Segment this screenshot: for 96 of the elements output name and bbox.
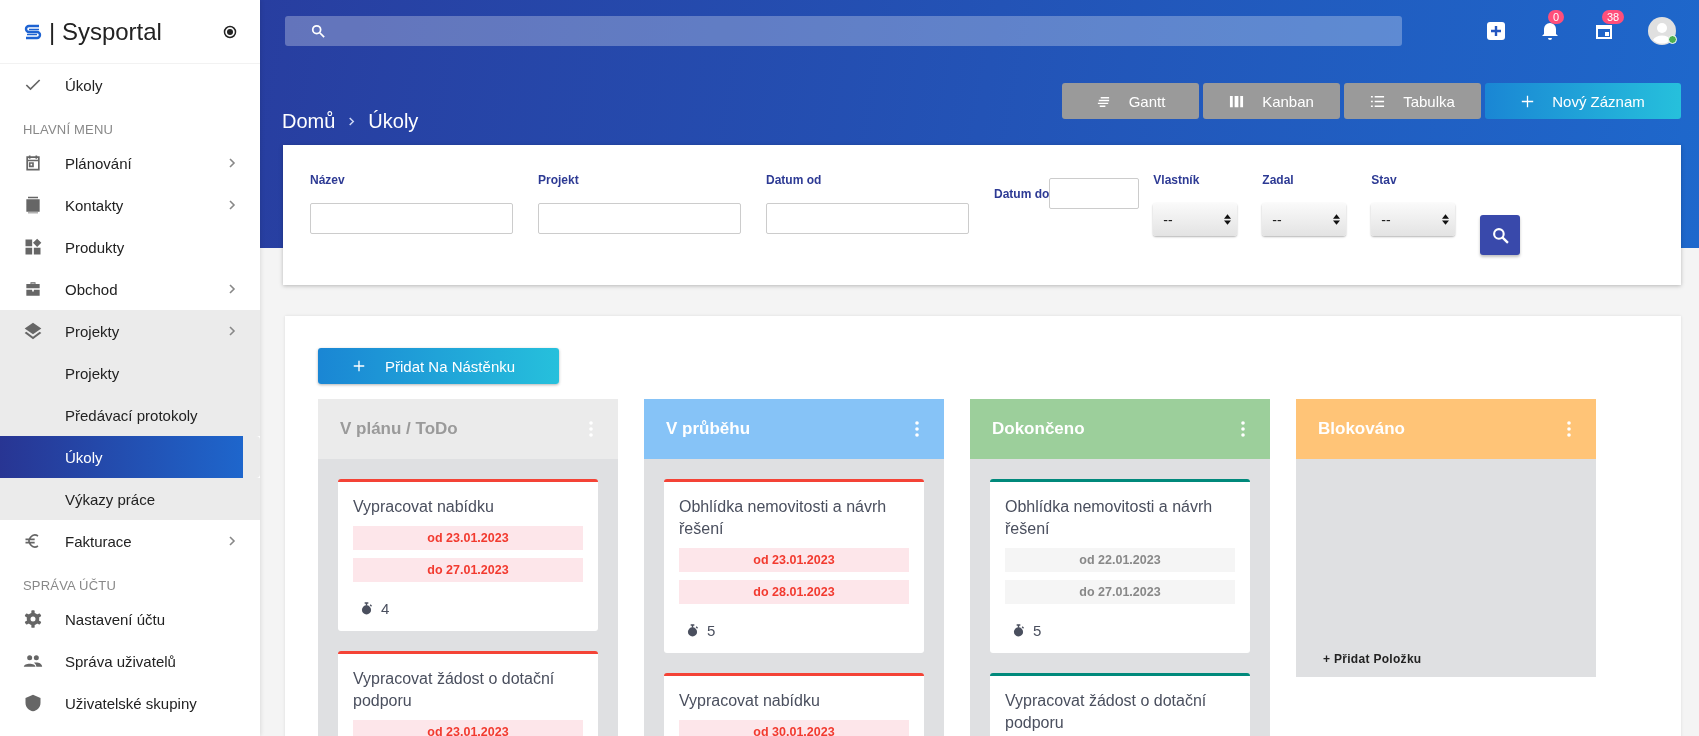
filter-input[interactable] <box>1049 178 1140 209</box>
select-arrows-icon <box>1224 214 1232 225</box>
chevron-right-icon <box>347 116 357 126</box>
sidebar-item[interactable]: Plánování <box>0 142 260 184</box>
filter-label: Název <box>310 173 346 189</box>
sidebar-subitem[interactable]: Projekty <box>0 352 260 394</box>
event-count: 38 <box>1602 10 1625 24</box>
column-header: V plánu / ToDo <box>318 399 618 459</box>
radio-toggle-icon[interactable] <box>223 24 237 39</box>
start-date: od 22.01.2023 <box>1005 548 1235 572</box>
chevron-right-icon <box>227 200 237 210</box>
add-item-link[interactable]: + Přidat Položku <box>1323 652 1422 666</box>
start-date: od 23.01.2023 <box>679 548 909 572</box>
menu-section-heading: SPRÁVA ÚČTU <box>22 577 117 595</box>
filter-select[interactable]: -- <box>1153 203 1238 236</box>
add-icon[interactable] <box>1486 21 1506 41</box>
chevron-right-icon <box>227 158 237 168</box>
plus-icon <box>1521 94 1535 108</box>
stopwatch-icon <box>687 624 698 637</box>
task-title: Vypracovat nabídku <box>353 497 495 517</box>
end-date: do 28.01.2023 <box>679 580 909 604</box>
sidebar-item[interactable]: Uživatelské skupiny <box>0 682 260 724</box>
sidebar-item[interactable]: Obchod <box>0 268 260 310</box>
task-count: 5 <box>707 622 716 639</box>
column-header: Blokováno <box>1296 399 1596 459</box>
search-button[interactable] <box>1480 215 1521 255</box>
breadcrumb-item: Úkoly <box>368 109 419 133</box>
menu-section-heading: HLAVNÍ MENU <box>22 121 115 139</box>
avatar[interactable] <box>1648 17 1676 45</box>
task-title: Vypracovat žádost o dotační podporu <box>353 669 556 711</box>
filter-label: Datum do <box>994 187 1050 201</box>
filter-select[interactable]: -- <box>1262 203 1347 236</box>
widgets-icon <box>23 237 43 257</box>
columns-icon <box>1229 93 1245 109</box>
end-date: do 27.01.2023 <box>353 558 583 582</box>
more-options-icon[interactable] <box>915 421 919 437</box>
sidebar-subitem[interactable]: Výkazy práce <box>0 478 260 520</box>
task-card[interactable]: Vypracovat žádost o dotační podporu <box>990 673 1250 736</box>
chevron-right-icon <box>227 536 237 546</box>
filter-label: Zadal <box>1262 173 1295 189</box>
stopwatch-icon <box>1013 624 1024 637</box>
task-count: 4 <box>381 600 390 617</box>
filter-label: Stav <box>1371 173 1398 189</box>
task-card[interactable]: Vypracovat žádost o dotační podporu od 23.01.2023 <box>338 651 598 736</box>
chevron-right-icon <box>227 284 237 294</box>
search-icon <box>1491 226 1509 244</box>
search-field[interactable] <box>285 16 1402 46</box>
more-options-icon[interactable] <box>1567 421 1571 437</box>
sidebar-item[interactable]: Projekty <box>0 310 260 352</box>
task-count: 5 <box>1033 622 1042 639</box>
filter-input[interactable] <box>766 203 969 234</box>
sidebar-item[interactable]: Správa uživatelů <box>0 640 260 682</box>
filter-label: Datum od <box>766 173 823 189</box>
filter-input[interactable] <box>538 203 741 234</box>
plus-icon <box>353 360 365 372</box>
shield-icon <box>23 693 43 713</box>
bell-icon[interactable] <box>1540 21 1560 41</box>
task-card[interactable]: Obhlídka nemovitosti a návrh řešení od 23.01.2023 do 28.01.2023 5 <box>664 479 924 653</box>
select-arrows-icon <box>1333 214 1341 225</box>
more-options-icon[interactable] <box>1241 421 1245 437</box>
search-icon <box>311 24 325 38</box>
sidebar-item[interactable]: Nastavení účtu <box>0 598 260 640</box>
task-card[interactable]: Obhlídka nemovitosti a návrh řešení od 22.01.2023 do 27.01.2023 5 <box>990 479 1250 653</box>
chevron-right-icon <box>227 326 237 336</box>
list-icon <box>1370 93 1386 109</box>
sidebar-item[interactable]: Úkoly <box>0 64 260 106</box>
task-card[interactable]: Vypracovat nabídku od 30.01.2023 <box>664 673 924 736</box>
online-status-dot <box>1668 35 1677 44</box>
filter-input[interactable] <box>310 203 513 234</box>
task-title: Vypracovat žádost o dotační podporu <box>1005 691 1208 733</box>
sidebar-item[interactable]: Produkty <box>0 226 260 268</box>
app-logo-text: | Sysportal <box>49 17 163 46</box>
task-card[interactable]: Vypracovat nabídku od 23.01.2023 do 27.01.2023 4 <box>338 479 598 631</box>
gear-icon <box>23 609 43 629</box>
sidebar-subitem[interactable]: Předávací protokoly <box>0 394 260 436</box>
layers-icon <box>23 321 43 341</box>
start-date: od 30.01.2023 <box>679 720 909 736</box>
sidebar-subitem[interactable]: Úkoly <box>0 436 260 478</box>
calendar-icon <box>23 153 43 173</box>
filter-label: Projekt <box>538 173 580 189</box>
select-arrows-icon <box>1442 214 1450 225</box>
filter-select[interactable]: -- <box>1371 203 1456 236</box>
stopwatch-icon <box>361 602 372 615</box>
end-date: do 27.01.2023 <box>1005 580 1235 604</box>
task-title: Obhlídka nemovitosti a návrh řešení <box>1005 497 1214 539</box>
task-title: Vypracovat nabídku <box>679 691 821 711</box>
briefcase-icon <box>23 279 43 299</box>
task-title: Obhlídka nemovitosti a návrh řešení <box>679 497 888 539</box>
breadcrumb-item[interactable]: Domů <box>282 109 336 133</box>
column-header: V průběhu <box>644 399 944 459</box>
column-header: Dokončeno <box>970 399 1270 459</box>
sidebar-item[interactable]: Fakturace <box>0 520 260 562</box>
start-date: od 23.01.2023 <box>353 720 583 736</box>
sidebar-item[interactable]: Kontakty <box>0 184 260 226</box>
filter-label: Vlastník <box>1153 173 1201 189</box>
start-date: od 23.01.2023 <box>353 526 583 550</box>
